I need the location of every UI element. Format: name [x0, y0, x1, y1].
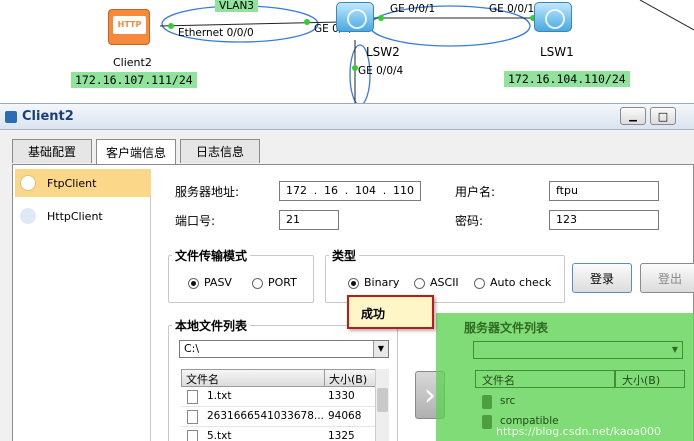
client2-ip-label: 172.16.107.111/24	[71, 72, 197, 88]
port-label: 端口号:	[175, 214, 216, 228]
server-address-label: 服务器地址:	[175, 185, 240, 199]
sidebar-item-label: FtpClient	[47, 177, 97, 190]
local-file-rows: 1.txt 1330 2631666541033678... 94068 5.t…	[181, 387, 375, 441]
file-icon	[187, 390, 198, 404]
app-icon	[5, 111, 17, 123]
ascii-radio[interactable]	[414, 278, 425, 289]
server-file-panel: 服务器文件列表 ▼ 文件名 大小(B) src compatible https…	[436, 313, 694, 441]
login-button[interactable]: 登录	[572, 263, 632, 293]
local-scrollbar[interactable]	[375, 369, 389, 441]
folder-icon	[482, 415, 492, 429]
ascii-label: ASCII	[430, 276, 459, 289]
lsw2-label: LSW2	[366, 45, 400, 59]
tab-basic-config[interactable]: 基础配置	[12, 139, 92, 163]
chevron-down-icon[interactable]: ▼	[668, 342, 682, 358]
ftpclient-icon	[20, 175, 36, 191]
password-input[interactable]: 123	[549, 210, 659, 230]
ip-octet: 110	[393, 184, 414, 197]
link-status-dot	[304, 19, 310, 25]
table-row[interactable]: 2631666541033678...	[181, 407, 324, 427]
lsw1-ip-label: 172.16.104.110/24	[504, 71, 630, 87]
table-row[interactable]: src	[500, 395, 515, 407]
client2-name: Client2	[113, 56, 152, 69]
topology-area: HTTP Client2 172.16.107.111/24 VLAN3 Eth…	[0, 0, 694, 103]
table-cell-size: 94068	[324, 407, 375, 427]
sidebar-item-ftpclient[interactable]: FtpClient	[15, 169, 151, 197]
server-path-select[interactable]	[473, 341, 683, 359]
binary-label: Binary	[364, 276, 400, 289]
watermark: https://blog.csdn.net/kaoa000	[496, 425, 662, 438]
server-file-title: 服务器文件列表	[464, 321, 549, 335]
chevron-down-icon[interactable]: ▼	[373, 341, 388, 357]
ip-dot: .	[313, 184, 318, 197]
table-cell-size: 1325	[324, 427, 375, 441]
ip-dot: .	[382, 184, 387, 197]
autocheck-radio[interactable]	[474, 278, 485, 289]
local-file-group: 本地文件列表 C:\ ▼ 文件名 大小(B) 1.txt 1330 263166…	[168, 317, 398, 441]
port-mode-label: PORT	[268, 276, 297, 289]
local-path-select[interactable]: C:\	[179, 340, 389, 358]
ge001-right-port-label: GE 0/0/1	[489, 3, 535, 15]
server-col-name[interactable]: 文件名	[475, 370, 615, 388]
transfer-mode-title: 文件传输模式	[172, 247, 251, 264]
scroll-thumb[interactable]	[377, 388, 388, 412]
port-radio[interactable]	[252, 278, 263, 289]
lsw2-switch-icon[interactable]	[336, 2, 374, 32]
table-cell-size: 1330	[324, 387, 375, 407]
status-popup: 成功	[347, 295, 434, 329]
pasv-radio[interactable]	[188, 278, 199, 289]
maximize-button[interactable]: □	[650, 107, 676, 125]
httpclient-icon	[20, 208, 36, 224]
lsw1-switch-icon[interactable]	[534, 2, 572, 32]
tab-log-info[interactable]: 日志信息	[180, 139, 260, 163]
minimize-button[interactable]: ▁	[620, 107, 646, 125]
ip-octet: 104	[355, 184, 376, 197]
tab-client-info[interactable]: 客户端信息	[96, 139, 176, 165]
ip-octet: 172	[286, 184, 307, 197]
logout-button[interactable]: 登出	[640, 263, 694, 293]
window-title: Client2	[22, 109, 74, 124]
local-col-size[interactable]: 大小(B)	[324, 369, 376, 387]
server-col-size[interactable]: 大小(B)	[615, 370, 685, 388]
lsw1-label: LSW1	[540, 45, 574, 59]
folder-icon	[482, 395, 492, 409]
file-icon	[187, 430, 198, 441]
http-badge: HTTP	[113, 16, 146, 34]
link-status-dot	[168, 23, 174, 29]
sidebar: FtpClient HttpClient	[15, 169, 151, 441]
autocheck-label: Auto check	[490, 276, 552, 289]
username-input[interactable]: ftpu	[549, 181, 659, 201]
client2-device-icon[interactable]: HTTP	[108, 9, 150, 45]
link-status-dot	[378, 15, 384, 21]
content-panel: FtpClient HttpClient 服务器地址: 172 . 16 . 1…	[12, 164, 694, 441]
window-title-bar[interactable]: Client2 ▁ □	[0, 104, 694, 130]
table-row[interactable]: 5.txt	[181, 427, 324, 441]
ip-dot: .	[344, 184, 349, 197]
file-icon	[187, 410, 198, 424]
transfer-mode-group: 文件传输模式 PASV PORT	[168, 247, 314, 303]
ethernet-port-label: Ethernet 0/0/0	[178, 27, 254, 39]
local-col-name[interactable]: 文件名	[181, 369, 325, 387]
port-input[interactable]: 21	[279, 210, 339, 230]
binary-radio[interactable]	[348, 278, 359, 289]
sidebar-item-httpclient[interactable]: HttpClient	[15, 202, 151, 230]
client2-window: Client2 ▁ □ 基础配置 客户端信息 日志信息 FtpClient Ht…	[0, 103, 694, 441]
username-label: 用户名:	[455, 185, 496, 199]
ge004-port-label: GE 0/0/4	[358, 65, 404, 77]
server-ip-input[interactable]: 172 . 16 . 104 . 110	[279, 181, 421, 201]
ip-octet: 16	[324, 184, 338, 197]
ge001-left-port-label: GE 0/0/1	[390, 3, 436, 15]
local-file-title: 本地文件列表	[172, 317, 251, 334]
password-label: 密码:	[455, 214, 484, 228]
table-row[interactable]: 1.txt	[181, 387, 324, 407]
sidebar-item-label: HttpClient	[47, 210, 103, 223]
type-title: 类型	[329, 247, 360, 264]
vlan-label: VLAN3	[215, 0, 258, 12]
pasv-label: PASV	[204, 276, 232, 289]
